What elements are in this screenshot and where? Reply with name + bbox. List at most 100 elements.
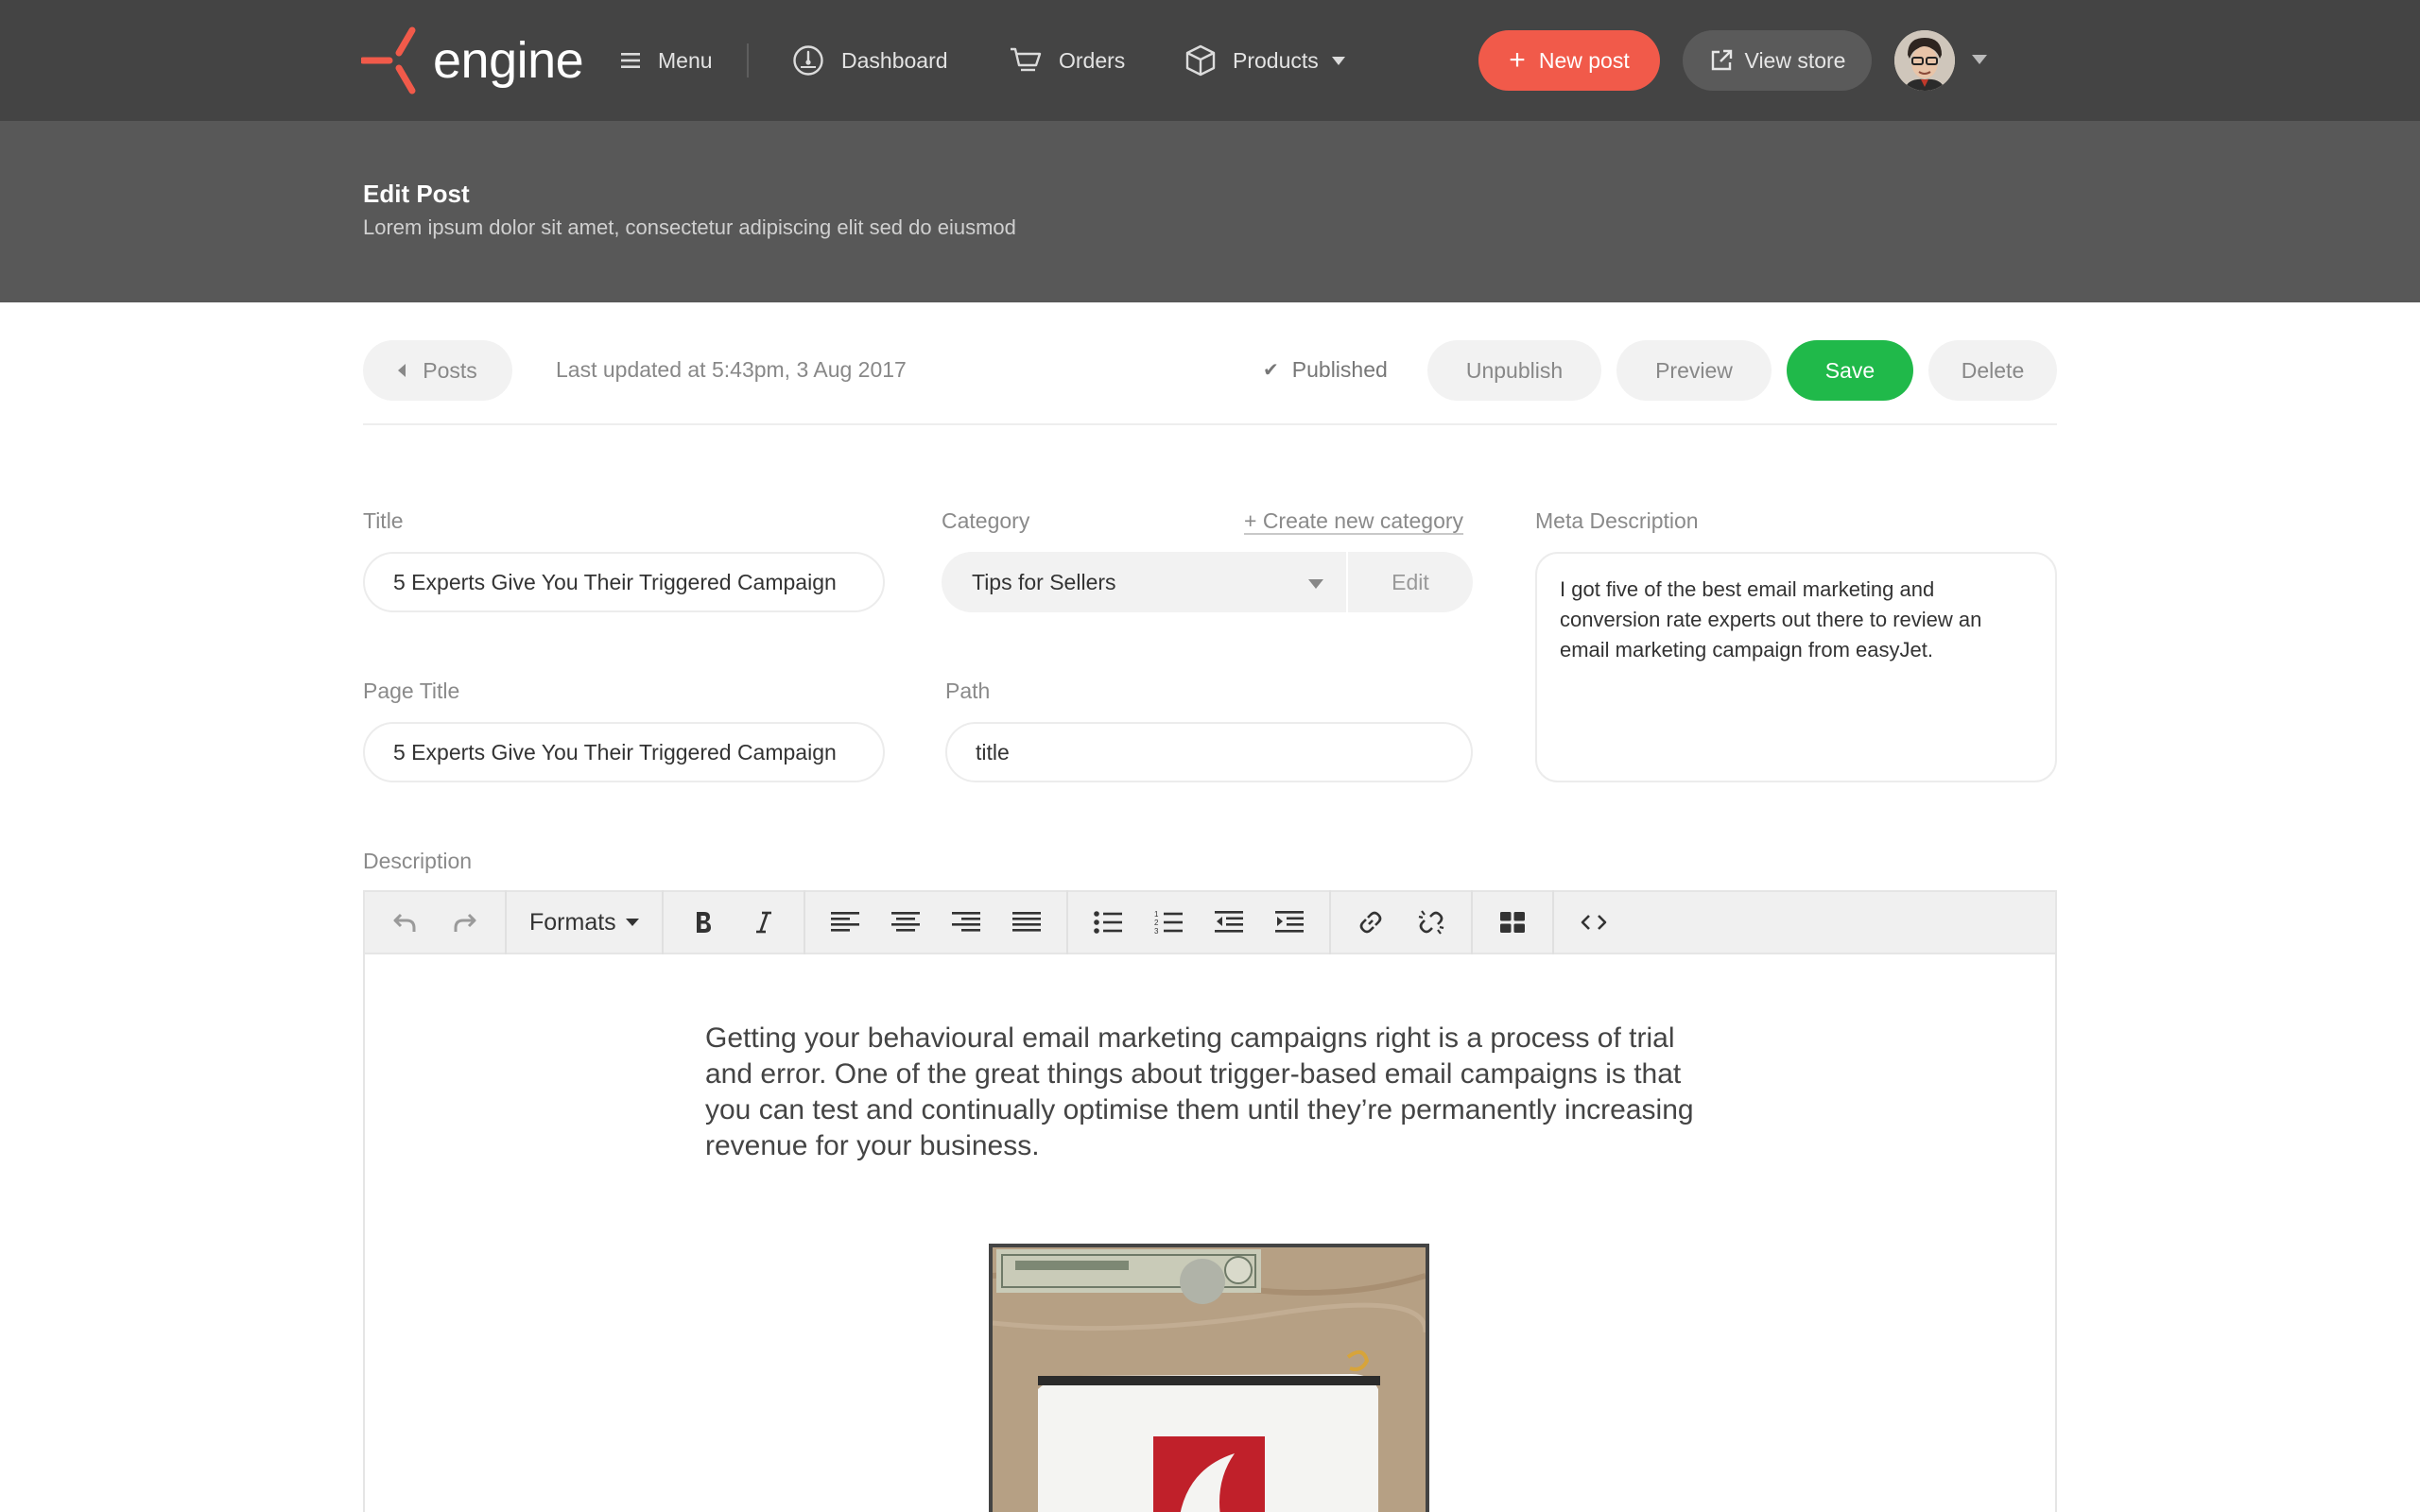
view-store-button[interactable]: View store <box>1683 30 1872 91</box>
description-label: Description <box>363 849 473 873</box>
preview-button[interactable]: Preview <box>1616 340 1772 401</box>
create-category-link[interactable]: + Create new category <box>1244 508 1463 534</box>
outdent-icon <box>1214 911 1243 933</box>
category-value: Tips for Sellers <box>972 569 1116 594</box>
hamburger-icon <box>621 53 640 68</box>
bullet-list-icon <box>1093 911 1122 934</box>
page-title-label: Page Title <box>363 679 460 703</box>
text-style-group <box>664 890 805 954</box>
align-center-button[interactable] <box>875 896 936 949</box>
logo-icon <box>361 26 416 94</box>
editor-body-text[interactable]: Getting your behavioural email marketing… <box>705 1021 1726 1164</box>
outdent-button[interactable] <box>1199 896 1259 949</box>
formats-group: Formats <box>507 890 664 954</box>
title-label: Title <box>363 508 404 533</box>
status-label: Published <box>1291 357 1388 382</box>
new-post-button[interactable]: + New post <box>1478 30 1660 91</box>
page-title-field[interactable]: 5 Experts Give You Their Triggered Campa… <box>363 722 885 782</box>
avatar-image <box>1894 30 1955 91</box>
pouch-photo <box>993 1247 1426 1512</box>
numbered-list-button[interactable]: 123 <box>1138 896 1199 949</box>
editor-toolbar: Formats 123 <box>363 890 2057 954</box>
insert-block-button[interactable] <box>1482 896 1543 949</box>
nav-dashboard[interactable]: Dashboard <box>792 38 948 83</box>
top-navbar: engine Menu Dashboard Orders Products + … <box>0 0 2420 121</box>
meta-description-label: Meta Description <box>1535 508 1699 533</box>
insert-link-button[interactable] <box>1340 896 1401 949</box>
delete-button[interactable]: Delete <box>1928 340 2057 401</box>
align-right-button[interactable] <box>936 896 996 949</box>
page-subtitle: Lorem ipsum dolor sit amet, consectetur … <box>363 215 1016 239</box>
back-label: Posts <box>423 357 477 383</box>
grid-icon <box>1499 912 1525 933</box>
gauge-icon <box>793 45 823 76</box>
plus-icon: + <box>1509 44 1526 76</box>
italic-icon <box>755 911 771 934</box>
chevron-down-icon <box>625 919 639 926</box>
avatar[interactable] <box>1894 30 1955 91</box>
code-icon <box>1581 915 1606 930</box>
history-group <box>365 890 507 954</box>
logo-text: engine <box>433 32 584 89</box>
redo-icon <box>454 913 476 932</box>
undo-button[interactable] <box>374 896 435 949</box>
nav-menu[interactable]: Menu <box>620 38 713 83</box>
page-header <box>0 121 2420 302</box>
align-right-icon <box>951 912 980 932</box>
page-title: Edit Post <box>363 180 470 208</box>
back-to-posts-button[interactable]: Posts <box>363 340 512 401</box>
svg-text:3: 3 <box>1154 927 1159 936</box>
source-code-button[interactable] <box>1564 896 1624 949</box>
post-image[interactable] <box>989 1244 1429 1512</box>
redo-button[interactable] <box>435 896 495 949</box>
code-group <box>1554 890 1634 954</box>
bold-icon <box>696 912 711 933</box>
svg-text:1: 1 <box>1154 910 1159 919</box>
link-group <box>1331 890 1473 954</box>
align-left-icon <box>830 912 859 932</box>
remove-link-button[interactable] <box>1401 896 1461 949</box>
title-field[interactable]: 5 Experts Give You Their Triggered Campa… <box>363 552 885 612</box>
unlink-icon <box>1418 910 1443 935</box>
indent-button[interactable] <box>1259 896 1320 949</box>
category-dropdown[interactable]: Tips for Sellers <box>942 552 1346 612</box>
new-post-label: New post <box>1538 47 1630 73</box>
align-justify-button[interactable] <box>996 896 1057 949</box>
nav-menu-label: Menu <box>658 47 713 73</box>
path-field[interactable]: title <box>945 722 1473 782</box>
divider <box>363 423 2057 425</box>
bold-button[interactable] <box>673 896 734 949</box>
numbered-list-icon: 123 <box>1154 910 1183 936</box>
nav-dashboard-label: Dashboard <box>841 47 948 73</box>
nav-products[interactable]: Products <box>1185 38 1345 83</box>
svg-text:2: 2 <box>1154 919 1159 927</box>
chevron-down-icon <box>1331 56 1345 65</box>
nav-products-label: Products <box>1233 47 1319 73</box>
save-button[interactable]: Save <box>1787 340 1913 401</box>
external-link-icon <box>1711 49 1732 71</box>
nav-orders[interactable]: Orders <box>1010 38 1125 83</box>
block-group <box>1473 890 1554 954</box>
formats-dropdown[interactable]: Formats <box>516 896 652 949</box>
chevron-left-icon <box>398 364 406 377</box>
unpublish-button[interactable]: Unpublish <box>1427 340 1601 401</box>
align-justify-icon <box>1011 912 1041 932</box>
path-label: Path <box>945 679 991 703</box>
chevron-down-icon <box>1308 579 1323 589</box>
bullet-list-button[interactable] <box>1078 896 1138 949</box>
box-icon <box>1185 44 1216 77</box>
italic-button[interactable] <box>734 896 794 949</box>
align-left-button[interactable] <box>815 896 875 949</box>
nav-orders-label: Orders <box>1059 47 1126 73</box>
logo[interactable]: engine <box>361 25 584 96</box>
avatar-chevron-down-icon[interactable] <box>1972 55 1987 64</box>
meta-description-field[interactable]: I got five of the best email marketing a… <box>1535 552 2057 782</box>
link-icon <box>1359 911 1381 934</box>
checkmark-icon: ✔ <box>1263 360 1279 381</box>
formats-label: Formats <box>529 908 616 936</box>
align-center-icon <box>890 912 920 932</box>
category-select: Tips for Sellers Edit <box>942 552 1473 612</box>
alignment-group <box>805 890 1068 954</box>
cart-icon <box>1011 47 1042 72</box>
category-edit-button[interactable]: Edit <box>1346 552 1473 612</box>
